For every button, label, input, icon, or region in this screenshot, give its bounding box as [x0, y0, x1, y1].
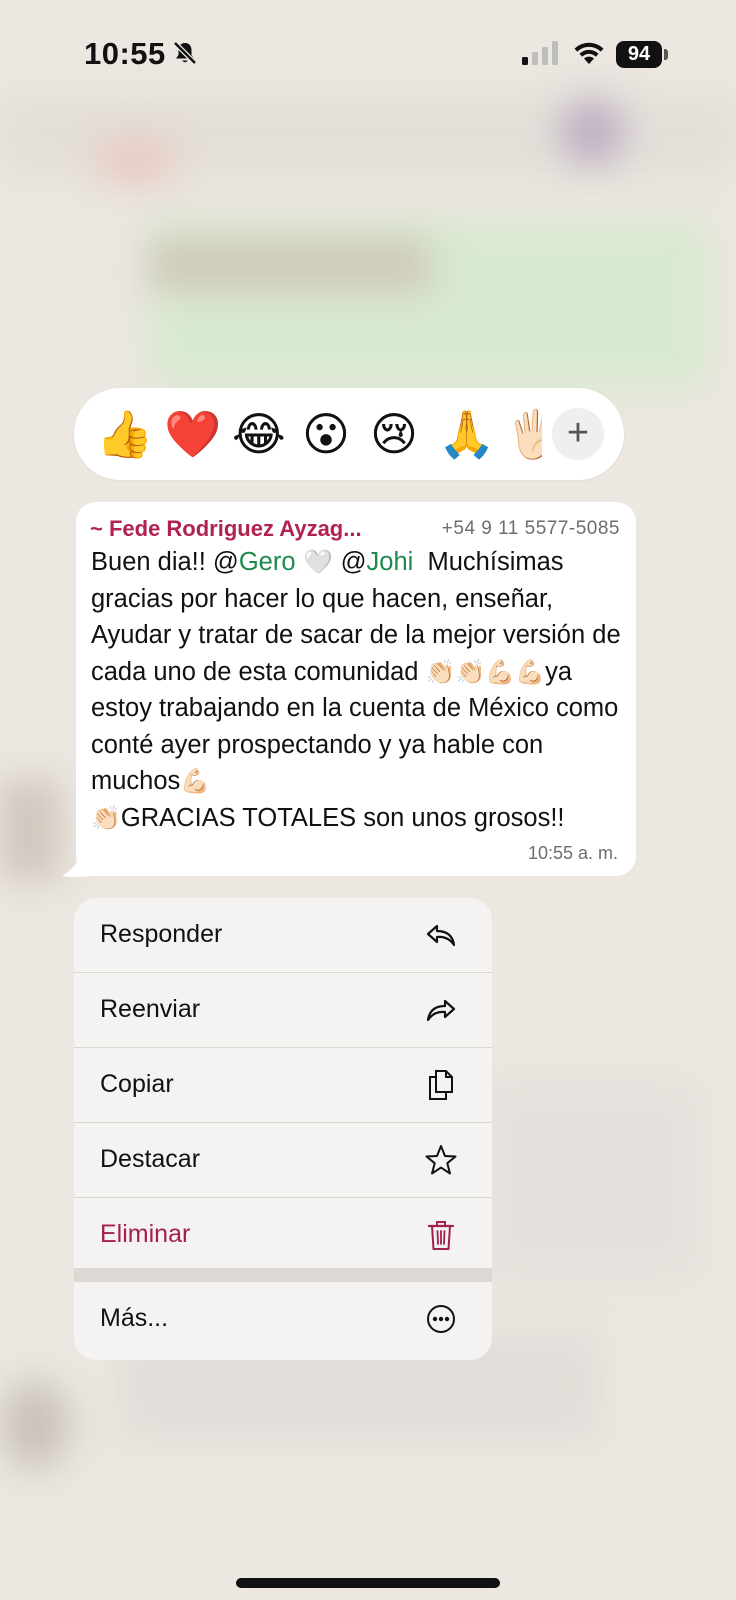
blurred-avatar — [560, 100, 624, 164]
menu-item-destacar[interactable]: Destacar — [74, 1123, 492, 1197]
trash-icon — [427, 1221, 455, 1250]
message-text: Buen dia!! @Gero 🤍 @Johi Muchísimas grac… — [91, 544, 626, 836]
white-heart-emoji: 🤍 — [295, 548, 341, 576]
menu-item-mas[interactable]: Más... — [74, 1282, 492, 1360]
status-time: 10:55 — [84, 36, 166, 71]
menu-group-separator — [74, 1268, 492, 1282]
message-text-segment: Buen dia!! — [91, 548, 213, 576]
mention-at-sign: @ — [212, 548, 239, 576]
message-bubble[interactable]: ~ Fede Rodriguez Ayzag... +54 9 11 5577-… — [76, 502, 636, 876]
status-bar: 10:55 94 — [0, 0, 736, 100]
reaction-thumbs-up[interactable]: 👍 — [96, 408, 153, 460]
menu-item-label: Eliminar — [100, 1220, 191, 1248]
blurred-avatar — [0, 1380, 70, 1470]
more-reactions-button[interactable]: + — [552, 408, 604, 460]
star-icon — [425, 1145, 457, 1175]
sender-phone: +54 9 11 5577-5085 — [441, 518, 620, 539]
menu-item-label: Destacar — [100, 1145, 201, 1173]
mention-at-sign: @ — [340, 548, 367, 576]
more-icon — [427, 1305, 455, 1333]
battery-indicator: 94 — [616, 41, 662, 68]
menu-item-label: Más... — [100, 1304, 169, 1332]
reaction-heart[interactable]: ❤️ — [164, 408, 221, 460]
reaction-laughing[interactable]: 😂 — [232, 408, 286, 460]
cellular-signal-icon — [522, 41, 558, 65]
message-context-menu: Responder Reenviar Copiar Destacar Elimi… — [74, 898, 492, 1360]
blurred-shape — [0, 780, 60, 880]
blurred-shape — [480, 1080, 700, 1280]
clap-emoji: 👏🏻 — [91, 803, 121, 832]
reaction-bar: 👍 ❤️ 😂 😮 😢 🙏 🖐🏻 + — [74, 388, 624, 480]
mention-gero[interactable]: Gero — [239, 548, 296, 576]
clap-muscle-emojis: 👏🏻👏🏻💪🏻💪🏻 — [425, 657, 546, 686]
mention-johi[interactable]: Johi — [367, 548, 414, 576]
menu-item-reenviar[interactable]: Reenviar — [74, 973, 492, 1047]
menu-item-label: Responder — [100, 920, 223, 948]
wifi-icon — [574, 42, 604, 64]
menu-item-responder[interactable]: Responder — [74, 898, 492, 972]
menu-item-label: Copiar — [100, 1070, 174, 1098]
message-timestamp: 10:55 a. m. — [527, 843, 618, 863]
menu-item-copiar[interactable]: Copiar — [74, 1048, 492, 1122]
home-indicator[interactable] — [236, 1578, 500, 1588]
muscle-emoji: 💪🏻 — [180, 767, 211, 795]
menu-item-eliminar[interactable]: Eliminar — [74, 1198, 492, 1272]
battery-tip — [664, 49, 668, 60]
message-text-segment: GRACIAS TOTALES son unos grosos!! — [120, 803, 565, 832]
reaction-surprised[interactable]: 😮 — [302, 408, 350, 460]
reply-icon — [426, 924, 456, 947]
forward-icon — [426, 999, 456, 1022]
muted-bell-icon — [173, 41, 197, 65]
menu-item-label: Reenviar — [100, 995, 201, 1023]
blurred-shape — [150, 240, 430, 290]
copy-icon — [429, 1070, 453, 1100]
blurred-shape — [100, 140, 170, 180]
reaction-crying[interactable]: 😢 — [370, 408, 418, 460]
reaction-raised-hand[interactable]: 🖐🏻 — [506, 408, 542, 460]
sender-name[interactable]: ~ Fede Rodriguez Ayzag... — [90, 516, 362, 542]
reaction-praying-hands[interactable]: 🙏 — [438, 408, 495, 460]
